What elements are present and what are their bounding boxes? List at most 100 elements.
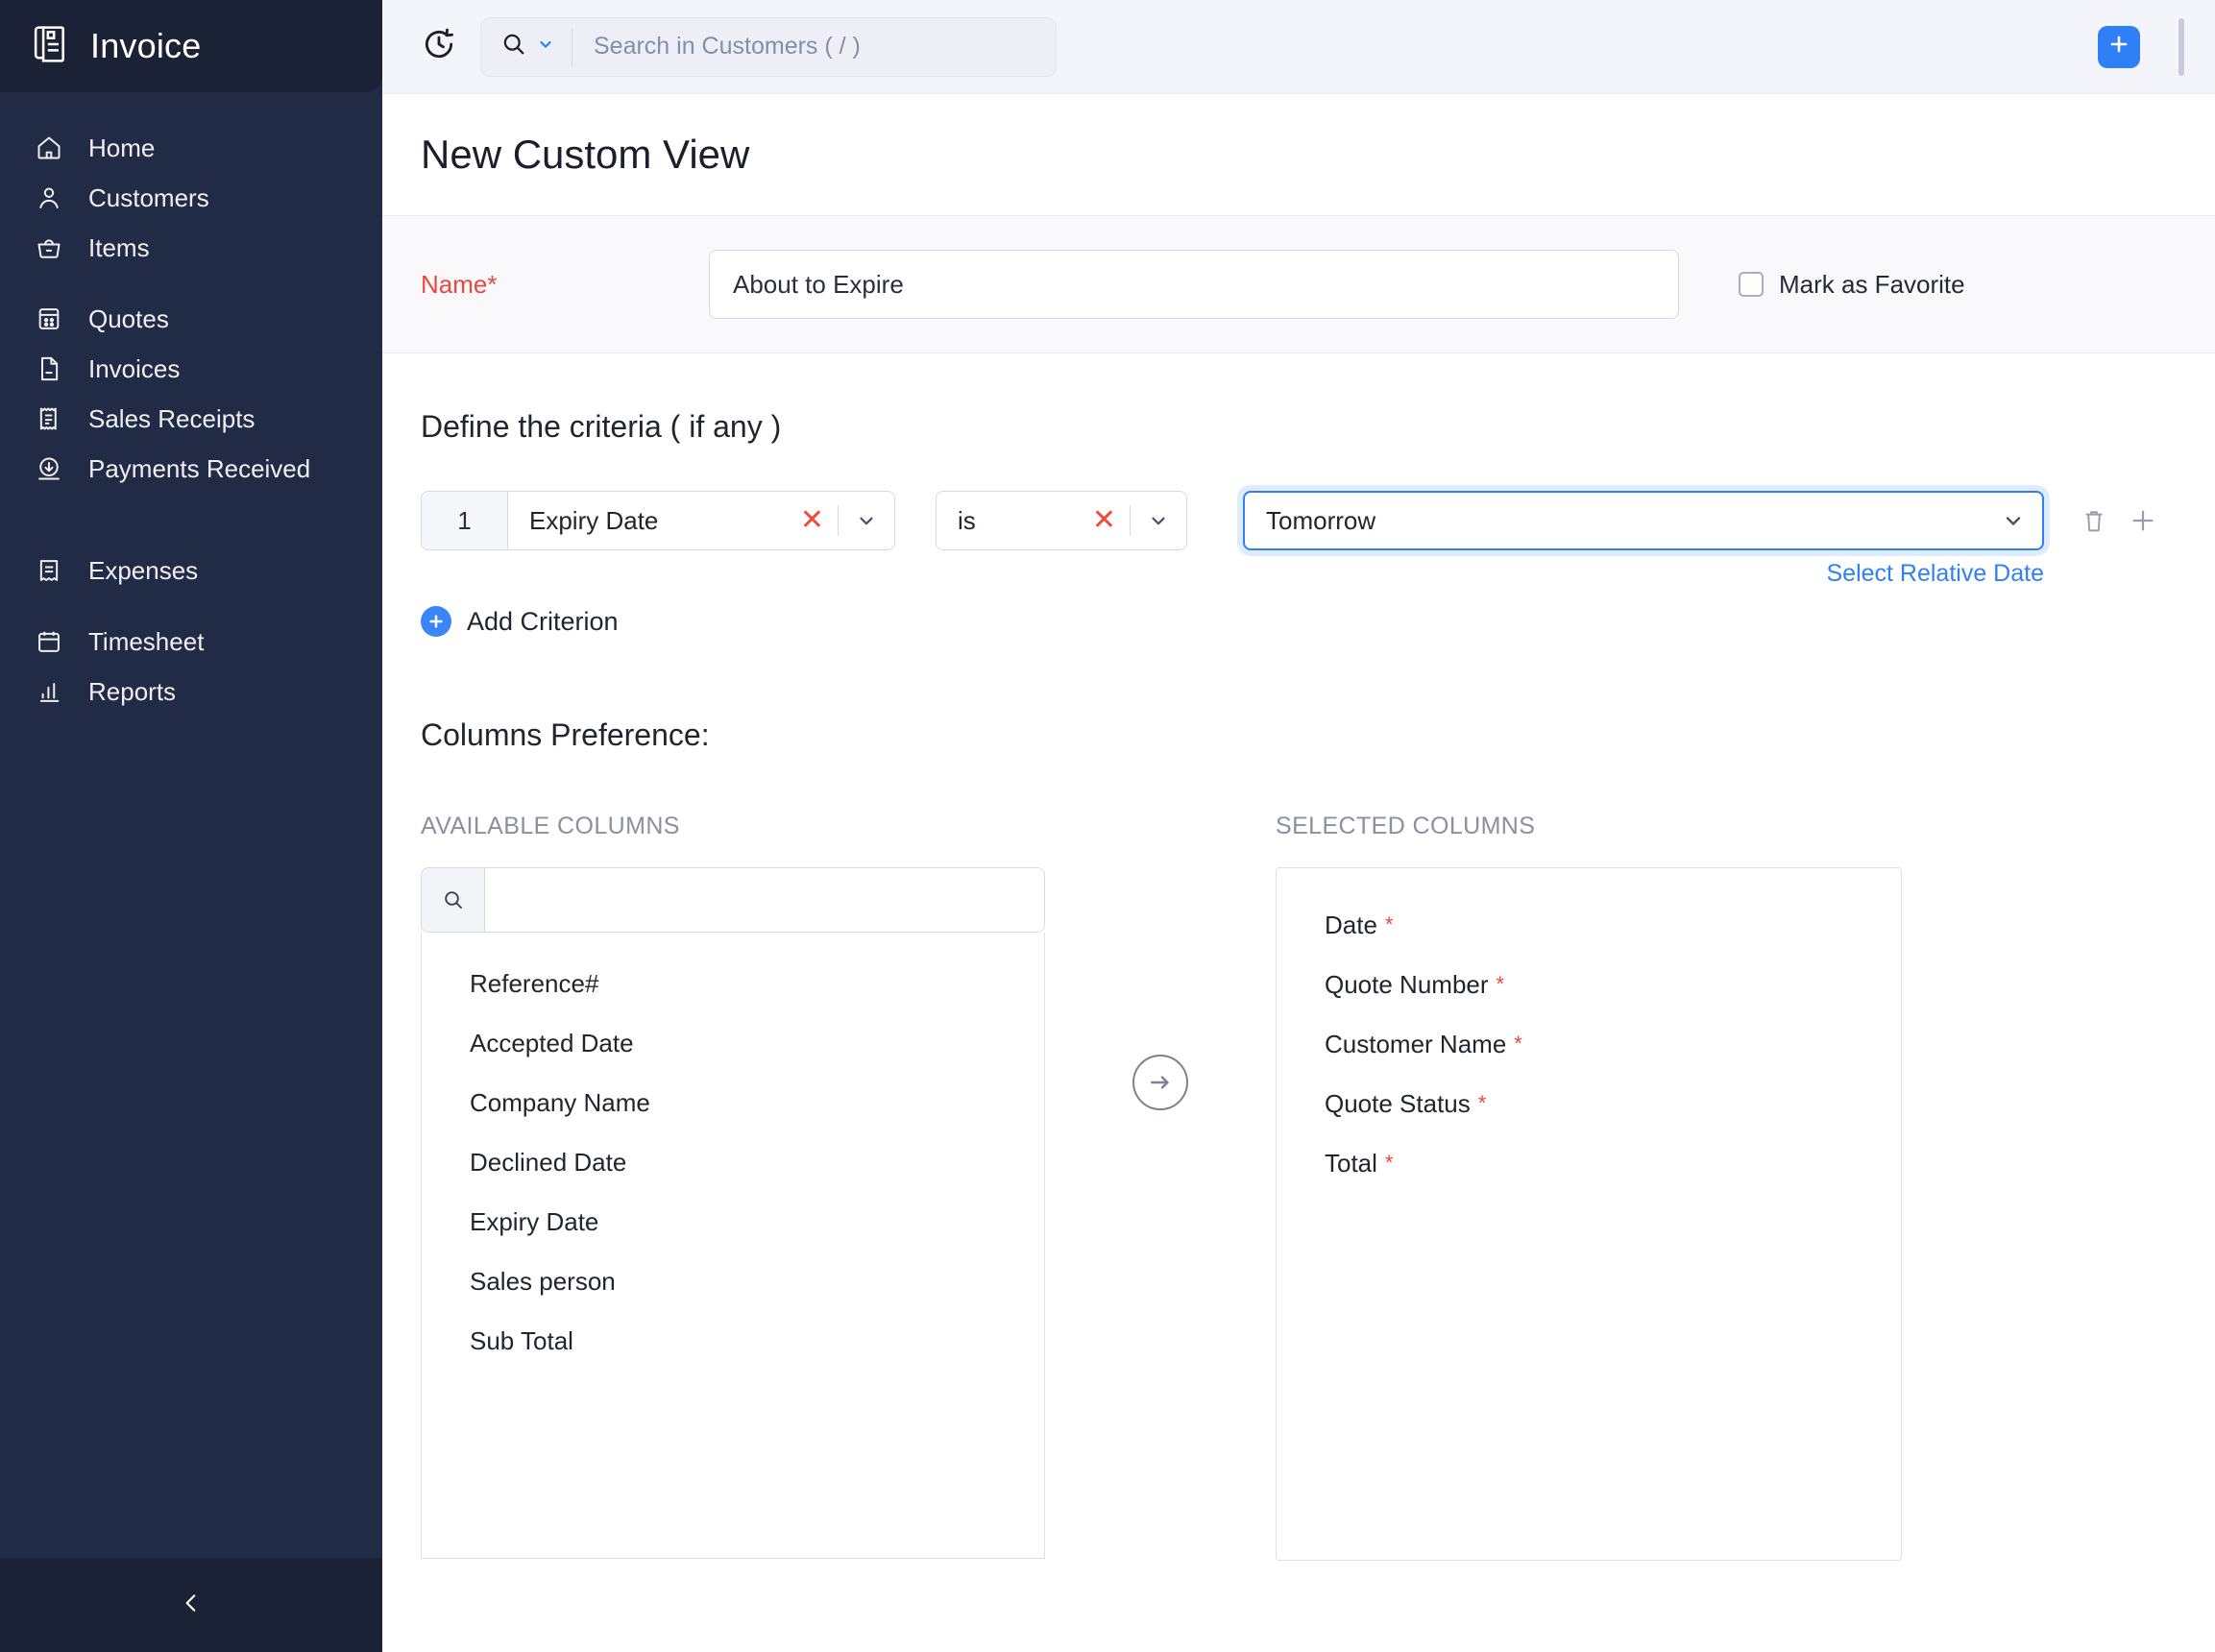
sidebar-item-reports[interactable]: Reports: [0, 667, 382, 717]
criteria-field-select[interactable]: 1 Expiry Date ✕: [421, 491, 895, 550]
add-new-button[interactable]: [2098, 26, 2140, 68]
list-item[interactable]: Date *: [1325, 895, 1901, 955]
sidebar-collapse-button[interactable]: [0, 1558, 382, 1652]
calendar-icon: [35, 627, 63, 656]
favorite-label: Mark as Favorite: [1779, 270, 1965, 300]
move-columns-controls: [1045, 813, 1276, 1561]
list-item[interactable]: Total *: [1325, 1133, 1901, 1193]
sidebar-item-quotes[interactable]: Quotes: [0, 294, 382, 344]
sidebar-item-expenses[interactable]: Expenses: [0, 546, 382, 595]
sidebar-item-customers[interactable]: Customers: [0, 173, 382, 223]
list-item[interactable]: Accepted Date: [470, 1013, 1044, 1073]
criteria-value-wrapper: Tomorrow Select Relative Date: [1243, 491, 2044, 550]
close-x-icon[interactable]: ✕: [1079, 506, 1130, 535]
list-item[interactable]: Sub Total: [470, 1311, 1044, 1371]
page-title-bar: New Custom View: [382, 94, 2215, 215]
list-item[interactable]: Declined Date: [470, 1132, 1044, 1192]
selected-columns-caption: SELECTED COLUMNS: [1276, 813, 1902, 840]
document-icon: [35, 354, 63, 383]
criteria-field-value: Expiry Date: [508, 506, 787, 536]
bar-chart-icon: [35, 677, 63, 706]
criteria-value: Tomorrow: [1245, 506, 1984, 536]
app-root: Invoice Home Custo: [0, 0, 2215, 1652]
plus-icon[interactable]: [2129, 506, 2157, 535]
brand-header[interactable]: Invoice: [0, 0, 382, 92]
required-marker: *: [1478, 1091, 1487, 1116]
chevron-down-icon[interactable]: [1131, 510, 1186, 531]
search-input[interactable]: [572, 18, 1056, 76]
sidebar-nav: Home Customers: [0, 92, 382, 1558]
form-body: Define the criteria ( if any ) 1 Expiry …: [382, 353, 2215, 1652]
chevron-down-icon[interactable]: [1984, 509, 2042, 532]
basket-icon: [35, 233, 63, 262]
criteria-operator-select[interactable]: is ✕: [936, 491, 1187, 550]
topbar: [382, 0, 2215, 94]
invoice-logo-icon: [33, 24, 69, 69]
selected-column-label: Total: [1325, 1149, 1377, 1178]
expense-icon: [35, 556, 63, 585]
global-search-box[interactable]: [480, 17, 1057, 77]
sidebar-item-items[interactable]: Items: [0, 223, 382, 273]
search-scope-selector[interactable]: [500, 28, 572, 66]
chevron-down-icon: [537, 36, 554, 58]
criteria-value-select[interactable]: Tomorrow: [1243, 491, 2044, 550]
name-label: Name*: [421, 270, 709, 300]
list-item[interactable]: Quote Status *: [1325, 1074, 1901, 1133]
sidebar-item-payments-received[interactable]: Payments Received: [0, 444, 382, 494]
available-columns-pane: AVAILABLE COLUMNS Reference# Accepted Da: [421, 813, 1045, 1561]
available-columns-search[interactable]: [421, 867, 1045, 933]
sidebar-item-label: Invoices: [88, 354, 180, 384]
plus-icon: [2106, 32, 2131, 61]
list-item[interactable]: Company Name: [470, 1073, 1044, 1132]
topbar-scrollbar[interactable]: [2178, 18, 2184, 76]
available-columns-list[interactable]: Reference# Accepted Date Company Name De…: [421, 933, 1045, 1559]
sidebar-item-label: Items: [88, 233, 150, 263]
selected-columns-list[interactable]: Date * Quote Number * Customer Name *: [1276, 867, 1902, 1561]
required-marker: *: [1514, 1032, 1522, 1057]
sidebar-item-invoices[interactable]: Invoices: [0, 344, 382, 394]
main-content: New Custom View Name* Mark as Favorite D…: [382, 0, 2215, 1652]
list-item[interactable]: Quote Number *: [1325, 955, 1901, 1014]
list-item[interactable]: Customer Name *: [1325, 1014, 1901, 1074]
name-row: Name* Mark as Favorite: [382, 215, 2215, 353]
sidebar-item-label: Reports: [88, 677, 176, 707]
criteria-row-actions: [2081, 491, 2157, 550]
selected-column-label: Customer Name: [1325, 1030, 1506, 1059]
close-x-icon[interactable]: ✕: [787, 506, 838, 535]
available-columns-search-input[interactable]: [485, 868, 1044, 932]
required-marker: *: [1497, 972, 1505, 997]
list-item[interactable]: Expiry Date: [470, 1192, 1044, 1251]
user-icon: [35, 183, 63, 212]
sidebar-item-timesheet[interactable]: Timesheet: [0, 617, 382, 667]
favorite-checkbox[interactable]: [1739, 272, 1764, 297]
search-icon: [500, 31, 527, 62]
brand-label: Invoice: [90, 26, 201, 66]
chevron-down-icon[interactable]: [839, 510, 894, 531]
chevron-left-icon: [179, 1588, 204, 1623]
nav-divider-gap: [0, 595, 382, 617]
search-icon: [422, 868, 485, 932]
columns-preference-grid: AVAILABLE COLUMNS Reference# Accepted Da: [421, 813, 2177, 1561]
trash-icon[interactable]: [2081, 505, 2107, 536]
arrow-right-circle-icon[interactable]: [1132, 1055, 1188, 1110]
mark-as-favorite-toggle[interactable]: Mark as Favorite: [1739, 270, 1965, 300]
home-icon: [35, 134, 63, 162]
selected-column-label: Quote Number: [1325, 970, 1489, 1000]
history-clock-button[interactable]: [415, 23, 463, 71]
selected-columns-pane: SELECTED COLUMNS Date * Quote Number * C…: [1276, 813, 1902, 1561]
add-criterion-button[interactable]: Add Criterion: [421, 606, 2177, 637]
list-item[interactable]: Sales person: [470, 1251, 1044, 1311]
nav-divider-gap: [0, 494, 382, 546]
criteria-heading: Define the criteria ( if any ): [421, 409, 2177, 445]
list-item[interactable]: Reference#: [470, 954, 1044, 1013]
available-columns-caption: AVAILABLE COLUMNS: [421, 813, 1045, 840]
sidebar-item-sales-receipts[interactable]: Sales Receipts: [0, 394, 382, 444]
sidebar-item-label: Quotes: [88, 304, 169, 334]
sidebar-item-home[interactable]: Home: [0, 123, 382, 173]
view-name-input[interactable]: [709, 250, 1679, 319]
sidebar-item-label: Expenses: [88, 556, 198, 586]
columns-preference-heading: Columns Preference:: [421, 717, 2177, 753]
select-relative-date-link[interactable]: Select Relative Date: [1826, 560, 2044, 588]
sidebar-item-label: Timesheet: [88, 627, 204, 657]
criteria-row: 1 Expiry Date ✕ is ✕: [421, 491, 2177, 550]
